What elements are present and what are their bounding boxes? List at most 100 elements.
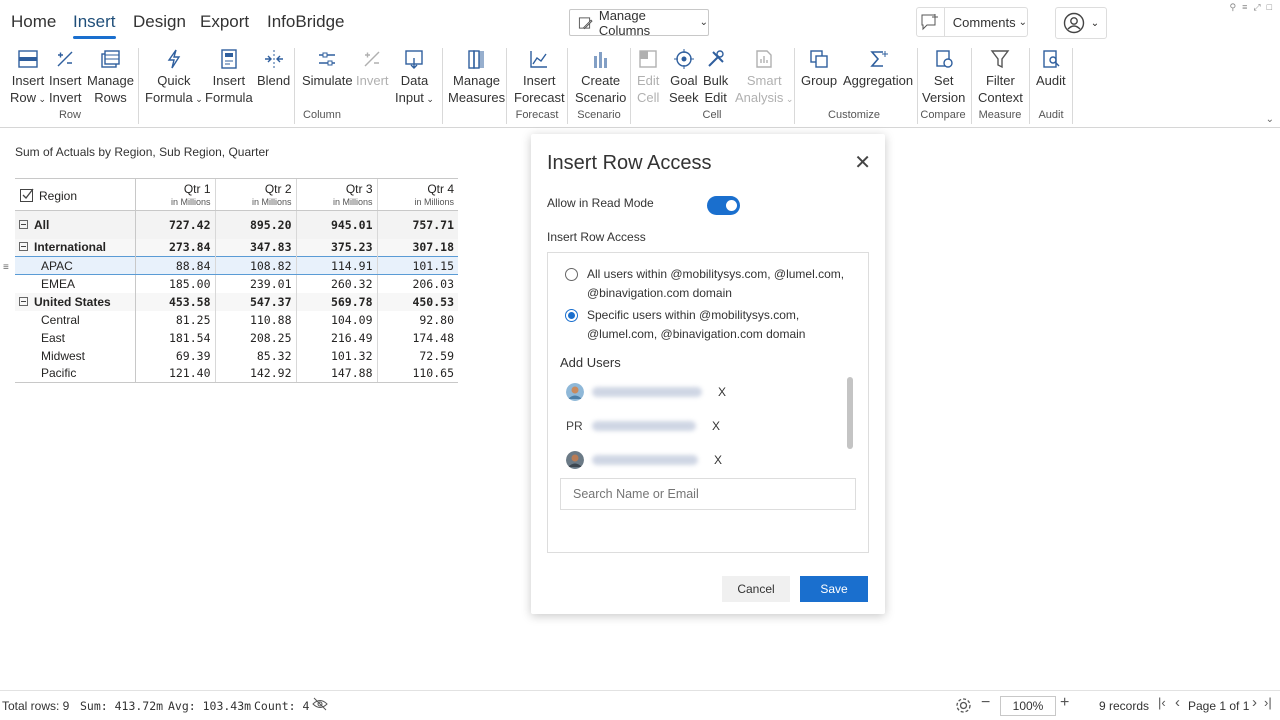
invert-column-button[interactable]: Invert — [356, 48, 389, 89]
tab-infobridge[interactable]: InfoBridge — [267, 12, 345, 32]
insert-row-button[interactable]: Insert Row ⌄ — [10, 48, 46, 108]
settings-gear-icon[interactable] — [955, 697, 972, 714]
insert-formula-button[interactable]: Insert Formula — [205, 48, 253, 106]
radio-specific-users[interactable] — [565, 309, 578, 322]
table-cell[interactable]: 108.82 — [214, 256, 296, 275]
table-cell[interactable]: 72.59 — [376, 346, 458, 365]
insert-forecast-button[interactable]: Insert Forecast — [514, 48, 565, 106]
zoom-in-icon[interactable]: + — [1060, 694, 1069, 712]
bulk-edit-button[interactable]: Bulk Edit — [703, 48, 728, 106]
table-cell[interactable]: 110.65 — [376, 364, 458, 383]
table-cell[interactable]: 147.88 — [295, 364, 377, 383]
table-cell[interactable]: 727.42 — [134, 210, 215, 239]
invert-row-button[interactable]: Insert Invert — [49, 48, 82, 106]
popout-icon[interactable]: □ — [1267, 2, 1272, 13]
option-all-users[interactable]: All users within @mobilitysys.com, @lume… — [565, 265, 855, 303]
table-cell[interactable]: 104.09 — [295, 310, 377, 329]
table-cell[interactable]: 307.18 — [376, 238, 458, 257]
save-button[interactable]: Save — [800, 576, 868, 602]
comments-button[interactable]: Comments ⌄ — [916, 7, 1028, 37]
next-page-icon[interactable]: › — [1252, 694, 1257, 711]
table-row[interactable]: East 181.54 208.25 216.49 174.48 — [15, 328, 458, 347]
tab-insert[interactable]: Insert — [73, 12, 116, 39]
table-cell[interactable]: 85.32 — [214, 346, 296, 365]
audit-button[interactable]: Audit — [1036, 48, 1066, 89]
tab-design[interactable]: Design — [133, 12, 186, 32]
zoom-level[interactable]: 100% — [1000, 696, 1056, 716]
table-cell[interactable]: 216.49 — [295, 328, 377, 347]
table-row[interactable]: All 727.42 895.20 945.01 757.71 — [15, 210, 458, 239]
column-header-region[interactable]: Region — [15, 178, 136, 211]
collapse-icon[interactable] — [19, 242, 28, 252]
table-row[interactable]: United States 453.58 547.37 569.78 450.5… — [15, 292, 458, 311]
column-header-qtr2[interactable]: Qtr 2 in Millions — [214, 178, 296, 211]
table-cell[interactable]: 101.15 — [376, 256, 458, 275]
table-cell[interactable]: 260.32 — [295, 274, 377, 293]
table-cell[interactable]: 92.80 — [376, 310, 458, 329]
option-specific-users[interactable]: Specific users within @mobilitysys.com, … — [565, 306, 855, 344]
table-row[interactable]: EMEA 185.00 239.01 260.32 206.03 — [15, 274, 458, 293]
quick-formula-button[interactable]: Quick Formula ⌄ — [145, 48, 203, 108]
table-row[interactable]: Central 81.25 110.88 104.09 92.80 — [15, 310, 458, 329]
user-profile-button[interactable]: ⌄ — [1055, 7, 1107, 39]
eye-off-icon[interactable] — [312, 697, 328, 711]
allow-read-mode-toggle[interactable] — [707, 196, 740, 215]
close-icon[interactable]: ✕ — [854, 153, 871, 173]
collapse-icon[interactable] — [19, 296, 28, 306]
table-cell[interactable]: 547.37 — [214, 292, 296, 311]
simulate-button[interactable]: Simulate — [302, 48, 353, 89]
table-cell[interactable]: 757.71 — [376, 210, 458, 239]
table-row-selected[interactable]: APAC 88.84 108.82 114.91 101.15 — [15, 256, 458, 275]
table-cell[interactable]: 69.39 — [134, 346, 215, 365]
table-cell[interactable]: 450.53 — [376, 292, 458, 311]
remove-user-button[interactable]: X — [714, 453, 722, 467]
create-scenario-button[interactable]: Create Scenario — [575, 48, 626, 106]
cancel-button[interactable]: Cancel — [722, 576, 790, 602]
pin-icon[interactable]: ⚲ — [1230, 2, 1237, 13]
column-header-qtr3[interactable]: Qtr 3 in Millions — [295, 178, 377, 211]
table-row[interactable]: Midwest 69.39 85.32 101.32 72.59 — [15, 346, 458, 365]
table-cell[interactable]: 174.48 — [376, 328, 458, 347]
zoom-out-icon[interactable]: − — [981, 694, 990, 712]
set-version-button[interactable]: Set Version — [922, 48, 965, 106]
remove-user-button[interactable]: X — [718, 385, 726, 399]
table-cell[interactable]: 181.54 — [134, 328, 215, 347]
goal-seek-button[interactable]: Goal Seek — [669, 48, 699, 106]
table-cell[interactable]: 569.78 — [295, 292, 377, 311]
table-cell[interactable]: 110.88 — [214, 310, 296, 329]
table-cell[interactable]: 347.83 — [214, 238, 296, 257]
table-cell[interactable]: 185.00 — [134, 274, 215, 293]
group-button[interactable]: Group — [801, 48, 837, 89]
user-list-scrollbar[interactable] — [847, 377, 853, 475]
column-header-qtr4[interactable]: Qtr 4 in Millions — [376, 178, 458, 211]
table-cell[interactable]: 81.25 — [134, 310, 215, 329]
table-cell[interactable]: 142.92 — [214, 364, 296, 383]
row-drag-handle-icon[interactable]: ≡ — [3, 262, 9, 273]
previous-page-icon[interactable]: ‹ — [1175, 694, 1180, 711]
edit-cell-button[interactable]: Edit Cell — [637, 48, 659, 106]
smart-analysis-button[interactable]: Smart Analysis ⌄ — [735, 48, 793, 108]
tab-home[interactable]: Home — [11, 12, 56, 32]
filter-context-button[interactable]: Filter Context — [978, 48, 1023, 106]
column-header-qtr1[interactable]: Qtr 1 in Millions — [134, 178, 215, 211]
table-cell[interactable]: 945.01 — [295, 210, 377, 239]
checkbox-icon[interactable] — [19, 187, 35, 203]
table-cell[interactable]: 208.25 — [214, 328, 296, 347]
manage-rows-button[interactable]: Manage Rows — [87, 48, 134, 106]
chevron-down-icon[interactable]: ⌄ — [1266, 114, 1274, 125]
collapse-icon[interactable] — [19, 219, 28, 229]
expand-icon[interactable]: ⤢ — [1253, 2, 1260, 13]
blend-button[interactable]: Blend — [257, 48, 290, 89]
search-users-input[interactable] — [560, 478, 856, 510]
table-cell[interactable]: 206.03 — [376, 274, 458, 293]
tab-export[interactable]: Export — [200, 12, 249, 32]
data-input-button[interactable]: Data Input ⌄ — [395, 48, 434, 108]
menu-icon[interactable]: ≡ — [1242, 2, 1247, 13]
table-cell[interactable]: 101.32 — [295, 346, 377, 365]
manage-measures-button[interactable]: Manage Measures — [448, 48, 505, 106]
radio-all-users[interactable] — [565, 268, 578, 281]
table-cell[interactable]: 114.91 — [295, 256, 377, 275]
table-cell[interactable]: 453.58 — [134, 292, 215, 311]
aggregation-button[interactable]: Aggregation — [843, 48, 913, 89]
table-cell[interactable]: 121.40 — [134, 364, 215, 383]
